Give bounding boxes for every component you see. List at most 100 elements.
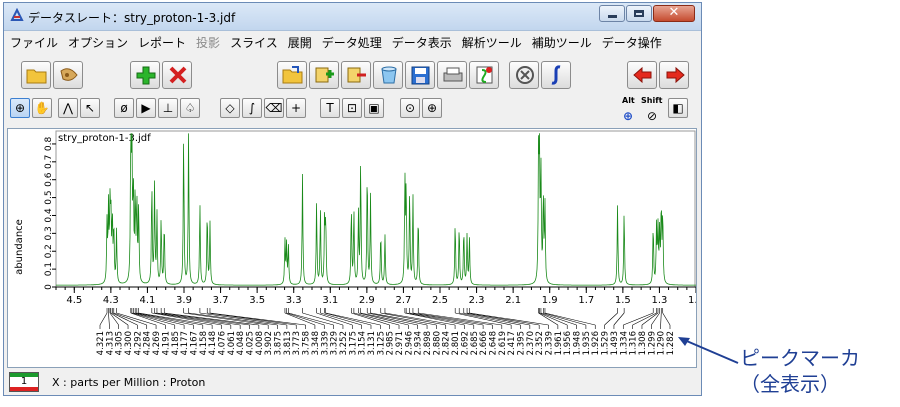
diamond-tool-button[interactable]: ◇	[220, 98, 240, 118]
minimize-button[interactable]	[599, 5, 625, 22]
back-button[interactable]	[627, 61, 657, 89]
hand-icon: ✋	[34, 101, 50, 115]
shift-scale-button[interactable]: ⊘	[642, 107, 662, 127]
phase-tool-button[interactable]: ø	[114, 98, 134, 118]
menu-item-5[interactable]: 展開	[288, 34, 312, 51]
y-axis-label: abundance	[14, 219, 25, 275]
floppy-disk-icon	[411, 66, 430, 85]
alt-crosshair-button[interactable]: ⊕	[618, 107, 638, 127]
frame-icon: ⊡	[346, 101, 358, 115]
main-toolbar	[4, 61, 701, 93]
menu-item-6[interactable]: データ処理	[322, 34, 382, 51]
x-tick-label: 1.7	[578, 295, 594, 306]
integral-tool-button[interactable]: ∫	[242, 98, 262, 118]
x-tick-label: 1.9	[542, 295, 558, 306]
magnifier-icon: ⊕	[14, 101, 26, 115]
frame-tool-button[interactable]: ⊡	[342, 98, 362, 118]
crosshair-icon: +	[290, 101, 302, 115]
menu-item-4[interactable]: スライス	[230, 34, 278, 51]
menu-item-0[interactable]: ファイル	[10, 34, 58, 51]
zoom-tool-button[interactable]: ⊕	[10, 98, 30, 118]
text-tool-button[interactable]: T	[320, 98, 340, 118]
peak-marker-leader	[538, 312, 559, 326]
peak-marker-leader	[660, 312, 662, 326]
status-bar: 1 X : parts per Million : Proton	[4, 370, 701, 394]
peak-icon: ⋀	[63, 101, 73, 115]
peak-tool-button[interactable]: ⋀	[58, 98, 78, 118]
menu-item-1[interactable]: オプション	[68, 34, 128, 51]
y-tick-label: 0.6	[44, 172, 54, 187]
shift-label: Shift	[641, 96, 663, 105]
target-tool-button[interactable]: ⊕	[422, 98, 442, 118]
target-icon: ⊕	[426, 101, 438, 115]
open-folder-button[interactable]	[21, 61, 51, 89]
integral-button[interactable]	[541, 61, 571, 89]
x-tick-label: 3.7	[213, 295, 229, 306]
pointer-tool-button[interactable]: ↖	[80, 98, 100, 118]
x-tick-label: 2.7	[395, 295, 411, 306]
open-recent-button[interactable]	[53, 61, 83, 89]
pan-tool-button[interactable]: ✋	[32, 98, 52, 118]
plot-toolbar: ⊕ ✋ ⋀ ↖ ø ▶ ⊥ ♤ ◇ ∫ ⌫ + T ⊡ ▣ ⊙ ⊕ Alt ⊕ …	[4, 96, 701, 123]
peak-marker-leader	[662, 312, 671, 326]
peak-marker-leader	[543, 312, 586, 326]
peak-marker-leader	[109, 312, 119, 326]
layout-button[interactable]: ◧	[668, 98, 688, 118]
print-button[interactable]	[437, 61, 467, 89]
stop-button[interactable]	[509, 61, 539, 89]
spectrum-trace	[56, 133, 696, 286]
remove-data-button[interactable]	[341, 61, 371, 89]
annotation-line2: （全表示）	[740, 372, 840, 396]
delete-button[interactable]	[162, 61, 192, 89]
layer-badge[interactable]: 1	[9, 372, 39, 392]
close-icon: ✕	[668, 5, 680, 20]
peak-marker-leader	[544, 312, 596, 326]
trash-button[interactable]	[373, 61, 403, 89]
app-window: データスレート：stry_proton-1-3.jdf ✕ ファイル オプションレ…	[3, 2, 704, 396]
menu-item-10[interactable]: データ操作	[602, 34, 662, 51]
close-button[interactable]: ✕	[653, 5, 695, 22]
arrow-left-icon	[633, 66, 652, 84]
box-icon: ▣	[368, 101, 380, 115]
layout-icon: ◧	[672, 101, 684, 115]
menu-item-7[interactable]: データ表示	[392, 34, 452, 51]
stop-circle-icon	[516, 66, 534, 84]
open-data-button[interactable]	[277, 61, 307, 89]
trash-icon	[381, 66, 397, 84]
edit-script-button[interactable]	[469, 61, 499, 89]
y-tick-label: 0.8	[44, 137, 54, 152]
crosshair-tool-button[interactable]: +	[286, 98, 306, 118]
x-tick-label: 2.5	[432, 295, 448, 306]
save-button[interactable]	[405, 61, 435, 89]
add-button[interactable]	[130, 61, 160, 89]
spectrum-plot[interactable]: 0 0.1 0.2 0.3 0.4 0.5 0.6 0.7 0.8 abundance 4.5 4.3…	[8, 129, 704, 367]
eraser-tool-button[interactable]: ⌫	[264, 98, 284, 118]
point-tool-button[interactable]: ⊙	[400, 98, 420, 118]
box-tool-button[interactable]: ▣	[364, 98, 384, 118]
play-cursor-icon: ▶	[141, 101, 151, 115]
peak-pick-tool-button[interactable]: ♤	[180, 98, 200, 118]
add-data-button[interactable]	[309, 61, 339, 89]
x-tick-label: 1.3	[651, 295, 667, 306]
maximize-button[interactable]	[626, 5, 652, 22]
menu-item-3: 投影	[196, 35, 221, 50]
plus-icon	[136, 66, 156, 85]
x-tick-label: 2.9	[359, 295, 375, 306]
x-tick-label: 1.5	[615, 295, 631, 306]
y-tick-label: 0.7	[44, 155, 54, 169]
pasta-icon	[60, 68, 78, 81]
y-tick-label: 0.2	[44, 244, 54, 258]
integral-icon	[551, 65, 561, 85]
peak-marker-leader	[623, 312, 654, 326]
menu-item-9[interactable]: 補助ツール	[532, 34, 592, 51]
select-tool-button[interactable]: ▶	[136, 98, 156, 118]
spectrum-plot-panel[interactable]: 0 0.1 0.2 0.3 0.4 0.5 0.6 0.7 0.8 abundance 4.5 4.3…	[7, 128, 704, 368]
remove-document-icon	[347, 67, 366, 83]
forward-button[interactable]	[659, 61, 689, 89]
x-tick-label: 4.3	[103, 295, 119, 306]
baseline-tool-button[interactable]: ⊥	[158, 98, 178, 118]
menu-item-8[interactable]: 解析ツール	[462, 34, 522, 51]
layer-number: 1	[20, 376, 28, 387]
menu-item-2[interactable]: レポート	[138, 34, 186, 51]
peak-marker-leader	[112, 312, 138, 326]
